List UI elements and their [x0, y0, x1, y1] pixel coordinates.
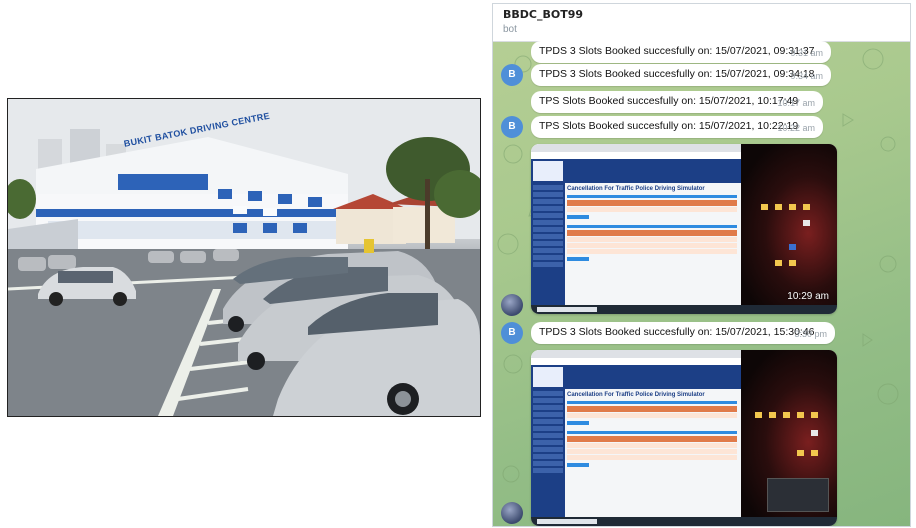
message-bubble[interactable]: TPDS 3 Slots Booked succesfully on: 15/0…	[531, 322, 835, 344]
message-text: TPDS 3 Slots Booked succesfully on: 15/0…	[539, 326, 815, 338]
chat-header[interactable]: BBDC_BOT99 bot	[493, 4, 910, 42]
message-text: TPS Slots Booked succesfully on: 15/07/2…	[539, 95, 799, 107]
windows-taskbar	[531, 305, 837, 314]
site-page-title: Cancellation For Traffic Police Driving …	[567, 392, 705, 398]
screenshot-image-message[interactable]: Cancellation For Traffic Police Driving …	[531, 144, 837, 314]
site-logo	[533, 367, 563, 387]
message-bubble[interactable]: TPDS 3 Slots Booked succesfully on: 15/0…	[531, 41, 831, 63]
message-time: 9:34 am	[790, 71, 823, 81]
chat-subtitle: bot	[503, 24, 517, 35]
message-time: 10:17 am	[777, 98, 815, 108]
bot-avatar[interactable]: B	[501, 116, 523, 138]
notification-popup	[767, 478, 829, 512]
message-text: TPS Slots Booked succesfully on: 15/07/2…	[539, 120, 799, 132]
desktop-wallpaper	[741, 350, 837, 517]
site-sidebar	[531, 389, 565, 517]
message-bubble[interactable]: TPDS 3 Slots Booked succesfully on: 15/0…	[531, 64, 831, 86]
windows-taskbar	[531, 517, 837, 526]
bot-avatar[interactable]: B	[501, 322, 523, 344]
bot-avatar[interactable]: B	[501, 64, 523, 86]
telegram-chat-window: BBDC_BOT99 bot TPDS 3 Slots Booked succe…	[492, 3, 911, 527]
message-bubble[interactable]: TPS Slots Booked succesfully on: 15/07/2…	[531, 116, 823, 138]
message-text: TPDS 3 Slots Booked succesfully on: 15/0…	[539, 45, 815, 57]
taskbar-search-box	[537, 519, 597, 524]
taskbar-search-box	[537, 307, 597, 312]
browser-tab-bar	[531, 144, 741, 152]
message-time: 9:31 am	[790, 48, 823, 58]
message-bubble[interactable]: TPS Slots Booked succesfully on: 15/07/2…	[531, 91, 823, 113]
message-time: 10:29 am	[787, 291, 829, 302]
driving-centre-scene	[8, 99, 480, 416]
chat-title: BBDC_BOT99	[503, 8, 584, 21]
sender-avatar[interactable]	[501, 294, 523, 316]
site-sidebar	[531, 183, 565, 306]
driving-centre-photo: BUKIT BATOK DRIVING CENTRE	[7, 98, 481, 417]
browser-tab-bar	[531, 350, 741, 358]
site-header	[531, 365, 741, 389]
screenshot-image-message[interactable]: Cancellation For Traffic Police Driving …	[531, 350, 837, 526]
message-time: 10:22 am	[777, 123, 815, 133]
site-main-content: Cancellation For Traffic Police Driving …	[567, 186, 737, 261]
desktop-wallpaper	[741, 144, 837, 306]
message-text: TPDS 3 Slots Booked succesfully on: 15/0…	[539, 68, 815, 80]
browser-window-screenshot: Cancellation For Traffic Police Driving …	[531, 350, 741, 517]
site-header	[531, 159, 741, 183]
sender-avatar[interactable]	[501, 502, 523, 524]
browser-window-screenshot: Cancellation For Traffic Police Driving …	[531, 144, 741, 306]
message-time: 3:30 pm	[794, 329, 827, 339]
site-page-title: Cancellation For Traffic Police Driving …	[567, 186, 705, 192]
site-logo	[533, 161, 563, 181]
site-main-content: Cancellation For Traffic Police Driving …	[567, 392, 737, 467]
